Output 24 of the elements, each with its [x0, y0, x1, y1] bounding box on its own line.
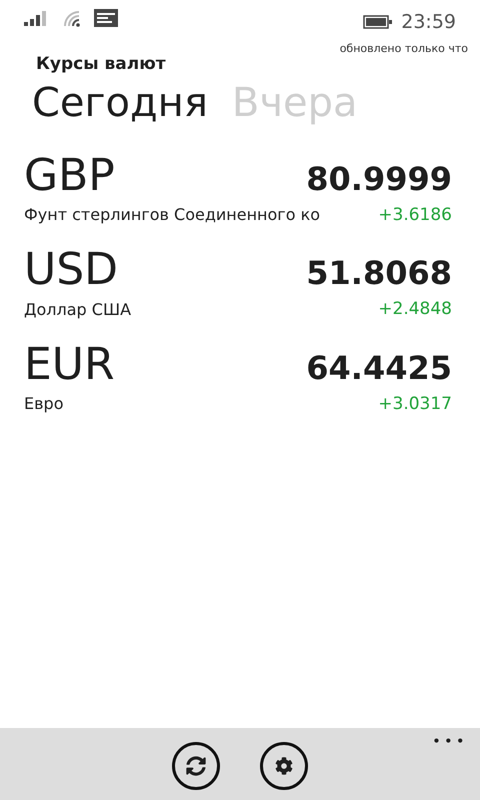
more-button[interactable]: • • • — [432, 732, 464, 750]
settings-button[interactable] — [260, 742, 308, 790]
pivot-tab[interactable]: Сегодня — [32, 78, 208, 128]
refresh-icon — [186, 756, 206, 776]
rate-change: +3.6186 — [378, 204, 453, 226]
refresh-button[interactable] — [172, 742, 220, 790]
clock-time: 23:59 — [401, 10, 456, 35]
currency-code: EUR — [24, 338, 115, 392]
app-title: Курсы валют — [36, 54, 166, 74]
exchange-rate: 80.9999 — [306, 158, 453, 200]
currency-name: Евро — [24, 393, 64, 416]
currency-name: Доллар США — [24, 298, 132, 321]
exchange-rate: 64.4425 — [306, 348, 453, 388]
battery-icon — [363, 15, 394, 30]
exchange-rate: 51.8068 — [306, 253, 453, 294]
currency-code: USD — [24, 243, 118, 297]
currency-name: Фунт стерлингов Соединенного ко — [24, 204, 320, 226]
currency-code: GBP — [24, 148, 115, 202]
rate-change: +2.4848 — [378, 298, 453, 321]
settings-icon — [275, 757, 293, 775]
rate-change: +3.0317 — [378, 392, 453, 416]
message-icon — [94, 9, 118, 27]
wifi-icon — [62, 9, 82, 27]
update-status: обновлено только что — [340, 40, 468, 56]
